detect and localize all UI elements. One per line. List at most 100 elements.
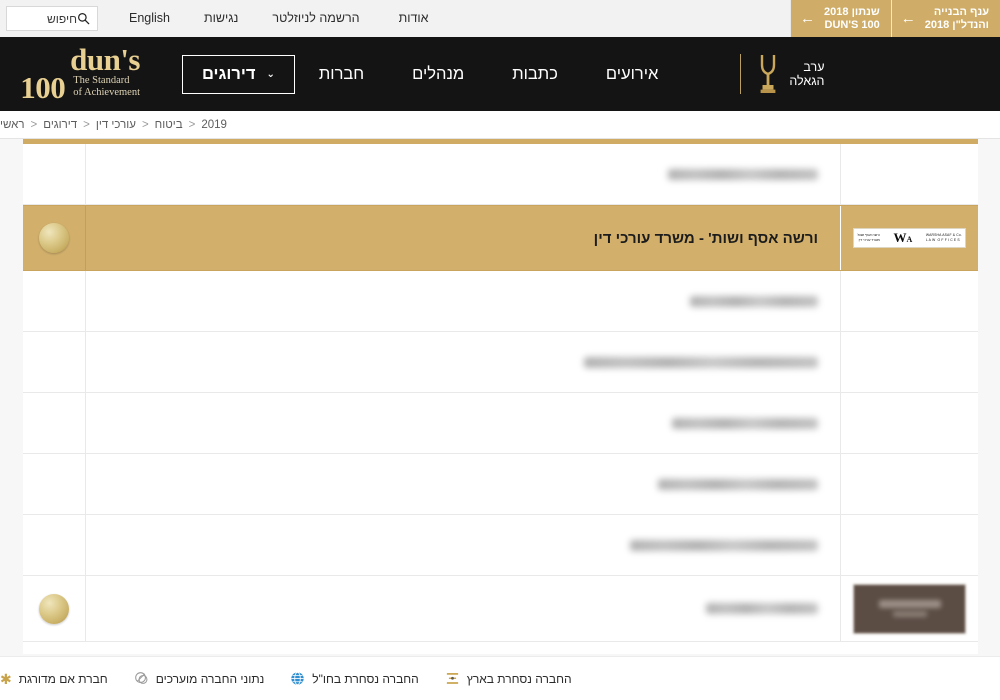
breadcrumb-item-insurance[interactable]: ביטוח	[155, 119, 183, 131]
arrow-left-icon: ←	[800, 10, 816, 27]
row-logo-cell	[841, 454, 978, 514]
row-badge-cell	[23, 576, 85, 641]
tab-yearbook-2018[interactable]: שנתון 2018 DUN'S 100 ←	[790, 0, 891, 37]
gala-evening-link[interactable]: ערב הגאלה	[740, 51, 824, 97]
row-name-cell	[85, 393, 841, 453]
topnav-item-about[interactable]: אודות	[377, 0, 446, 37]
gold-sphere-badge-icon	[39, 223, 69, 253]
logo-tagline: The Standard of Achievement	[73, 75, 140, 102]
row-name-blurred	[668, 168, 818, 180]
gold-sphere-badge-icon	[39, 593, 69, 624]
table-row[interactable]	[23, 515, 978, 576]
breadcrumb-item-lawyers[interactable]: עורכי דין	[96, 119, 136, 131]
row-badge-cell	[23, 454, 85, 514]
row-name-blurred	[690, 295, 818, 307]
row-logo-cell	[841, 144, 978, 204]
search-box[interactable]: חיפוש	[6, 6, 98, 31]
row-name-cell	[85, 454, 841, 514]
tab-construction-label: ענף הבנייה והנדל"ן 2018	[924, 6, 989, 31]
breadcrumb-separator: <	[188, 118, 196, 131]
row-logo-cell	[841, 515, 978, 575]
row-badge-cell	[23, 271, 85, 331]
row-badge-cell	[23, 515, 85, 575]
topnav-item-accessibility[interactable]: נגישות	[187, 0, 255, 37]
legend-item-traded-local: החברה נסחרת בארץ	[445, 671, 572, 686]
row-badge-cell	[23, 206, 85, 270]
topnav-item-newsletter[interactable]: הרשמה לניוזלטר	[255, 0, 376, 37]
logo-tagline-line1: The Standard	[73, 75, 130, 86]
nav-item-rankings[interactable]: דירוגים ⌄	[182, 54, 295, 94]
table-row[interactable]	[23, 576, 978, 642]
duns100-logo[interactable]: dun's 100 The Standard of Achievement	[0, 42, 140, 105]
table-row[interactable]	[23, 393, 978, 454]
row-name-cell	[85, 576, 841, 641]
row-badge-cell	[23, 393, 85, 453]
legend-label: חברת אם מדורגת	[18, 671, 108, 686]
chevron-down-icon: ⌄	[266, 68, 275, 80]
legend-label: נתוני החברה מוערכים	[155, 671, 265, 686]
stock-chart-icon	[446, 673, 458, 684]
breadcrumb-separator: <	[30, 118, 38, 131]
globe-icon	[291, 671, 304, 686]
tab-construction-2018[interactable]: ענף הבנייה והנדל"ן 2018 ←	[890, 0, 1000, 37]
row-name-blurred	[630, 539, 818, 551]
nav-item-executives[interactable]: מנהלים	[388, 65, 488, 84]
logo-card-right-text: ורשה אסף ושות' משרד עורכי דין	[857, 233, 880, 242]
table-row[interactable]	[23, 271, 978, 332]
row-name-cell: ורשה אסף ושות' - משרד עורכי דין	[85, 206, 841, 270]
row-name-blurred	[706, 603, 818, 614]
row-name-blurred	[672, 417, 818, 429]
main-navigation-bar: dun's 100 The Standard of Achievement די…	[0, 37, 1000, 111]
company-logo-blurred	[853, 583, 966, 634]
row-logo-cell[interactable]: WARSHA ASAF & Co. L A W O F F I C E S WA …	[841, 206, 978, 270]
logo-card-left-text: WARSHA ASAF & Co. L A W O F F I C E S	[925, 233, 962, 242]
breadcrumb-separator: <	[83, 118, 90, 131]
legend-bar: ✱ חברת אם מדורגת נתוני החברה מוערכים החב…	[0, 656, 1000, 700]
gala-divider	[740, 54, 742, 94]
topnav-item-english[interactable]: English	[112, 0, 187, 37]
search-input[interactable]: חיפוש	[14, 12, 77, 26]
logo-tagline-line2: of Achievement	[73, 87, 140, 98]
row-name-cell	[85, 144, 841, 204]
trophy-icon	[760, 55, 776, 93]
row-badge-cell	[23, 144, 85, 204]
search-icon	[78, 13, 90, 25]
rankings-table: ורשה אסף ושות' - משרד עורכי דין WARSHA A…	[23, 139, 978, 654]
logo-blur-line	[892, 611, 927, 617]
breadcrumb-item-year[interactable]: 2019	[201, 119, 227, 131]
nav-item-articles[interactable]: כתבות	[488, 65, 582, 84]
page-root: אודות הרשמה לניוזלטר נגישות English חיפו…	[0, 0, 1000, 700]
estimate-circles-icon	[134, 672, 148, 684]
top-tab-group: ענף הבנייה והנדל"ן 2018 ← שנתון 2018 DUN…	[790, 0, 1000, 37]
top-nav: אודות הרשמה לניוזלטר נגישות English חיפו…	[0, 0, 446, 37]
row-logo-cell	[841, 271, 978, 331]
legend-item-estimated-data: נתוני החברה מוערכים	[134, 671, 265, 686]
main-nav-links: דירוגים ⌄ חברות מנהלים כתבות אירועים	[162, 54, 683, 94]
row-name-blurred	[584, 356, 818, 368]
row-company-name: ורשה אסף ושות' - משרד עורכי דין	[593, 229, 818, 247]
row-name-cell	[85, 271, 841, 331]
top-utility-bar: אודות הרשמה לניוזלטר נגישות English חיפו…	[0, 0, 1000, 37]
logo-card-monogram: WA	[893, 229, 913, 245]
table-row[interactable]	[23, 332, 978, 393]
row-logo-cell[interactable]	[841, 576, 978, 641]
table-row-selected[interactable]: ורשה אסף ושות' - משרד עורכי דין WARSHA A…	[23, 205, 978, 271]
row-name-blurred	[658, 478, 818, 490]
logo-duns-text: dun's	[70, 42, 140, 77]
row-badge-cell	[23, 332, 85, 392]
breadcrumb-item-home[interactable]: ראשי	[0, 119, 25, 131]
tab-yearbook-label: שנתון 2018 DUN'S 100	[824, 6, 880, 31]
breadcrumb-item-rankings[interactable]: דירוגים	[43, 119, 77, 131]
nav-item-events[interactable]: אירועים	[582, 65, 683, 84]
row-name-cell	[85, 515, 841, 575]
logo-blur-line	[878, 600, 941, 608]
table-row[interactable]	[23, 144, 978, 205]
table-row[interactable]	[23, 454, 978, 515]
company-logo-warsha-asaf: WARSHA ASAF & Co. L A W O F F I C E S WA …	[853, 228, 966, 248]
arrow-left-icon: ←	[900, 10, 916, 27]
nav-item-companies[interactable]: חברות	[295, 65, 388, 84]
logo-100-text: 100	[20, 70, 66, 105]
asterisk-icon: ✱	[0, 670, 12, 687]
legend-item-parent-company: ✱ חברת אם מדורגת	[0, 672, 108, 686]
logo-bottom-row: 100 The Standard of Achievement	[20, 70, 140, 105]
